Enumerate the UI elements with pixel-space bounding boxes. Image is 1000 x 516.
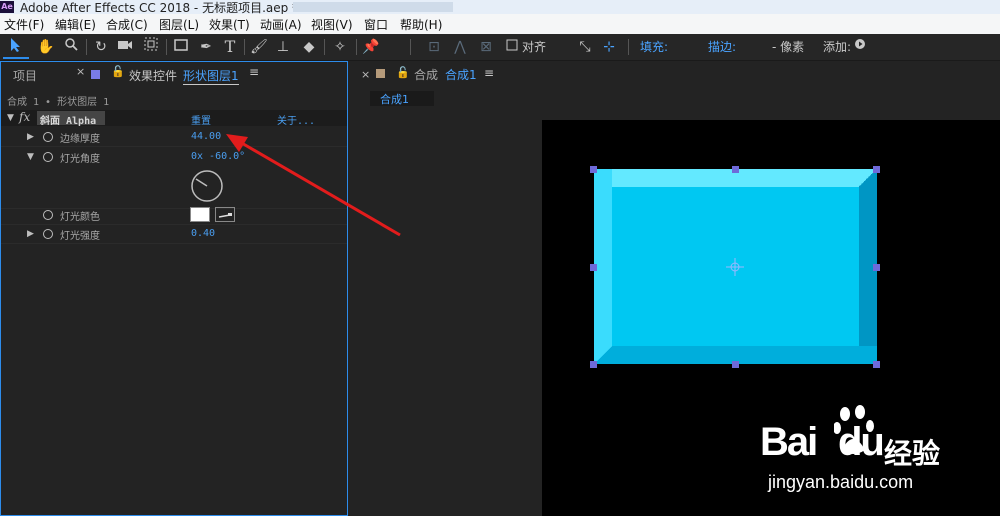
baidu-watermark: Bai du 经验 jingyan.baidu.com: [760, 400, 1000, 516]
baidu-jingyan-cn: 经验: [884, 437, 941, 470]
baidu-url: jingyan.baidu.com: [768, 472, 914, 492]
baidu-brand-bai: Bai: [760, 420, 818, 464]
baidu-brand-du: du: [838, 420, 885, 464]
